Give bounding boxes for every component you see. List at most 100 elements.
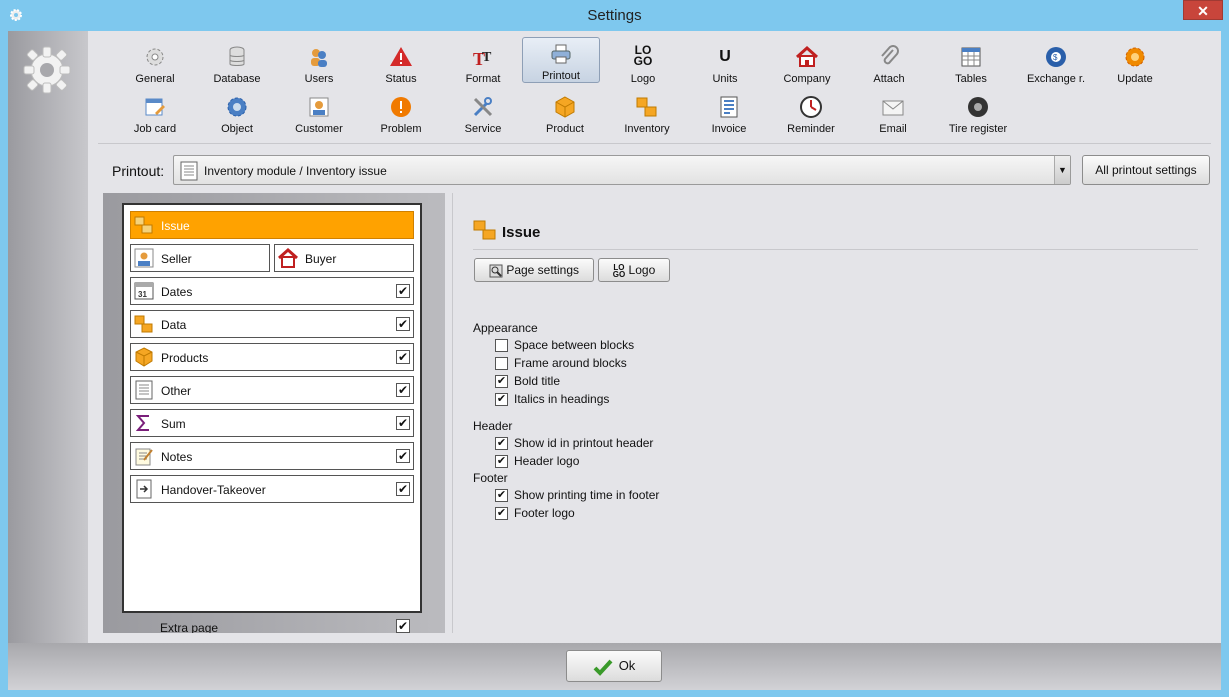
document-icon	[180, 161, 198, 181]
block-sum[interactable]: Sum ✔	[130, 409, 414, 437]
all-printout-settings-button[interactable]: All printout settings	[1082, 155, 1210, 185]
logo-icon: LO GO	[633, 43, 653, 68]
calendar-icon: 31	[134, 282, 154, 300]
tool-printout[interactable]: Printout	[522, 37, 600, 83]
panel-separator	[452, 193, 453, 633]
option-bold-title[interactable]: ✔ Bold title	[495, 374, 560, 389]
option-show-id-in-header[interactable]: ✔ Show id in printout header	[495, 436, 653, 451]
block-other[interactable]: Other ✔	[130, 376, 414, 404]
block-dates[interactable]: 31 Dates ✔	[130, 277, 414, 305]
block-seller[interactable]: Seller	[130, 244, 270, 272]
block-buyer[interactable]: Buyer	[274, 244, 414, 272]
job-card-icon	[145, 98, 165, 116]
logo-button[interactable]: LO GO Logo	[598, 258, 670, 282]
problem-icon	[391, 97, 411, 117]
option-footer-logo[interactable]: ✔ Footer logo	[495, 506, 575, 521]
tool-problem[interactable]: Problem	[362, 91, 440, 139]
handover-icon	[136, 479, 152, 499]
page-settings-icon	[489, 264, 503, 278]
tool-reminder[interactable]: Reminder	[772, 91, 850, 139]
tool-job-card[interactable]: Job card	[116, 91, 194, 139]
tool-database[interactable]: Database	[198, 41, 276, 89]
checkbox[interactable]: ✔	[495, 455, 508, 469]
option-space-between-blocks[interactable]: Space between blocks	[495, 338, 634, 353]
checkbox[interactable]: ✔	[495, 375, 508, 389]
tool-users[interactable]: Users	[280, 41, 358, 89]
tool-general[interactable]: General	[116, 41, 194, 89]
block-sum-checkbox[interactable]: ✔	[396, 416, 410, 430]
checkbox[interactable]: ✔	[495, 507, 508, 521]
tools-icon	[473, 97, 493, 117]
block-notes[interactable]: Notes ✔	[130, 442, 414, 470]
block-settings-panel: Issue Page settings LO GO Logo Appearance…	[463, 211, 1203, 631]
tool-logo[interactable]: LO GO Logo	[604, 41, 682, 89]
boxes-icon	[134, 315, 153, 333]
appearance-heading: Appearance	[473, 321, 538, 335]
printout-label: Printout:	[112, 163, 165, 179]
tool-customer[interactable]: Customer	[280, 91, 358, 139]
checkbox[interactable]: ✔	[495, 437, 508, 451]
block-products-checkbox[interactable]: ✔	[396, 350, 410, 364]
boxes-icon	[134, 216, 153, 234]
settings-frame: General Database Users Status T T Format P…	[8, 31, 1221, 690]
tool-format[interactable]: T T Format	[444, 41, 522, 89]
paperclip-icon	[881, 45, 899, 65]
block-extra-page-checkbox[interactable]: ✔	[396, 619, 410, 633]
checkbox[interactable]: ✔	[495, 393, 508, 407]
printout-selected-value: Inventory module / Inventory issue	[204, 164, 387, 178]
envelope-icon	[882, 100, 904, 116]
tool-company[interactable]: Company	[768, 41, 846, 89]
block-data-checkbox[interactable]: ✔	[396, 317, 410, 331]
block-other-checkbox[interactable]: ✔	[396, 383, 410, 397]
option-printing-time-in-footer[interactable]: ✔ Show printing time in footer	[495, 488, 659, 503]
block-notes-checkbox[interactable]: ✔	[396, 449, 410, 463]
block-data[interactable]: Data ✔	[130, 310, 414, 338]
block-dates-checkbox[interactable]: ✔	[396, 284, 410, 298]
close-button[interactable]: ✕	[1183, 0, 1223, 20]
page-settings-button[interactable]: Page settings	[474, 258, 594, 282]
object-gear-icon	[227, 97, 247, 117]
main-panel: General Database Users Status T T Format P…	[88, 31, 1221, 643]
tool-service[interactable]: Service	[444, 91, 522, 139]
chevron-down-icon[interactable]: ▼	[1054, 156, 1070, 184]
tool-product[interactable]: Product	[526, 91, 604, 139]
checkbox[interactable]: ✔	[495, 489, 508, 503]
printout-page-preview: Issue Seller Buyer 31 Dates ✔ Data ✔ Pro…	[122, 203, 422, 613]
tool-object[interactable]: Object	[198, 91, 276, 139]
tool-update[interactable]: Update	[1096, 41, 1174, 89]
document-icon	[135, 380, 153, 400]
title-bar: Settings ✕	[0, 0, 1229, 31]
header-heading: Header	[473, 419, 513, 433]
section-separator	[473, 249, 1198, 250]
option-frame-around-blocks[interactable]: Frame around blocks	[495, 356, 627, 371]
house-icon	[795, 45, 819, 67]
tool-tire-register[interactable]: Tire register	[936, 91, 1020, 139]
option-header-logo[interactable]: ✔ Header logo	[495, 454, 579, 469]
block-extra-page[interactable]: Extra page ✔	[122, 619, 422, 633]
tool-tables[interactable]: Tables	[932, 41, 1010, 89]
checkbox[interactable]	[495, 357, 508, 371]
customer-icon	[134, 248, 154, 268]
table-icon	[961, 47, 981, 67]
block-handover-takeover[interactable]: Handover-Takeover ✔	[130, 475, 414, 503]
tool-status[interactable]: Status	[362, 41, 440, 89]
block-handover-checkbox[interactable]: ✔	[396, 482, 410, 496]
tool-invoice[interactable]: Invoice	[690, 91, 768, 139]
block-issue[interactable]: Issue	[130, 211, 414, 239]
checkbox[interactable]	[495, 339, 508, 353]
printout-select[interactable]: Inventory module / Inventory issue ▼	[173, 155, 1071, 185]
option-italics-in-headings[interactable]: ✔ Italics in headings	[495, 392, 609, 407]
font-format-icon: TT	[473, 49, 492, 69]
tool-inventory[interactable]: Inventory	[608, 91, 686, 139]
logo-icon: LO GO	[612, 262, 626, 279]
svg-text:$: $	[1053, 53, 1058, 62]
tool-attach[interactable]: Attach	[850, 41, 928, 89]
tool-email[interactable]: Email	[854, 91, 932, 139]
notepad-icon	[135, 448, 153, 466]
block-products[interactable]: Products ✔	[130, 343, 414, 371]
bottom-bar: Ok	[8, 643, 1221, 690]
tool-exchange-rate[interactable]: $ Exchange r.	[1014, 41, 1098, 89]
tool-units[interactable]: U Units	[686, 41, 764, 89]
ok-button[interactable]: Ok	[566, 650, 662, 682]
window-title: Settings	[587, 7, 642, 24]
